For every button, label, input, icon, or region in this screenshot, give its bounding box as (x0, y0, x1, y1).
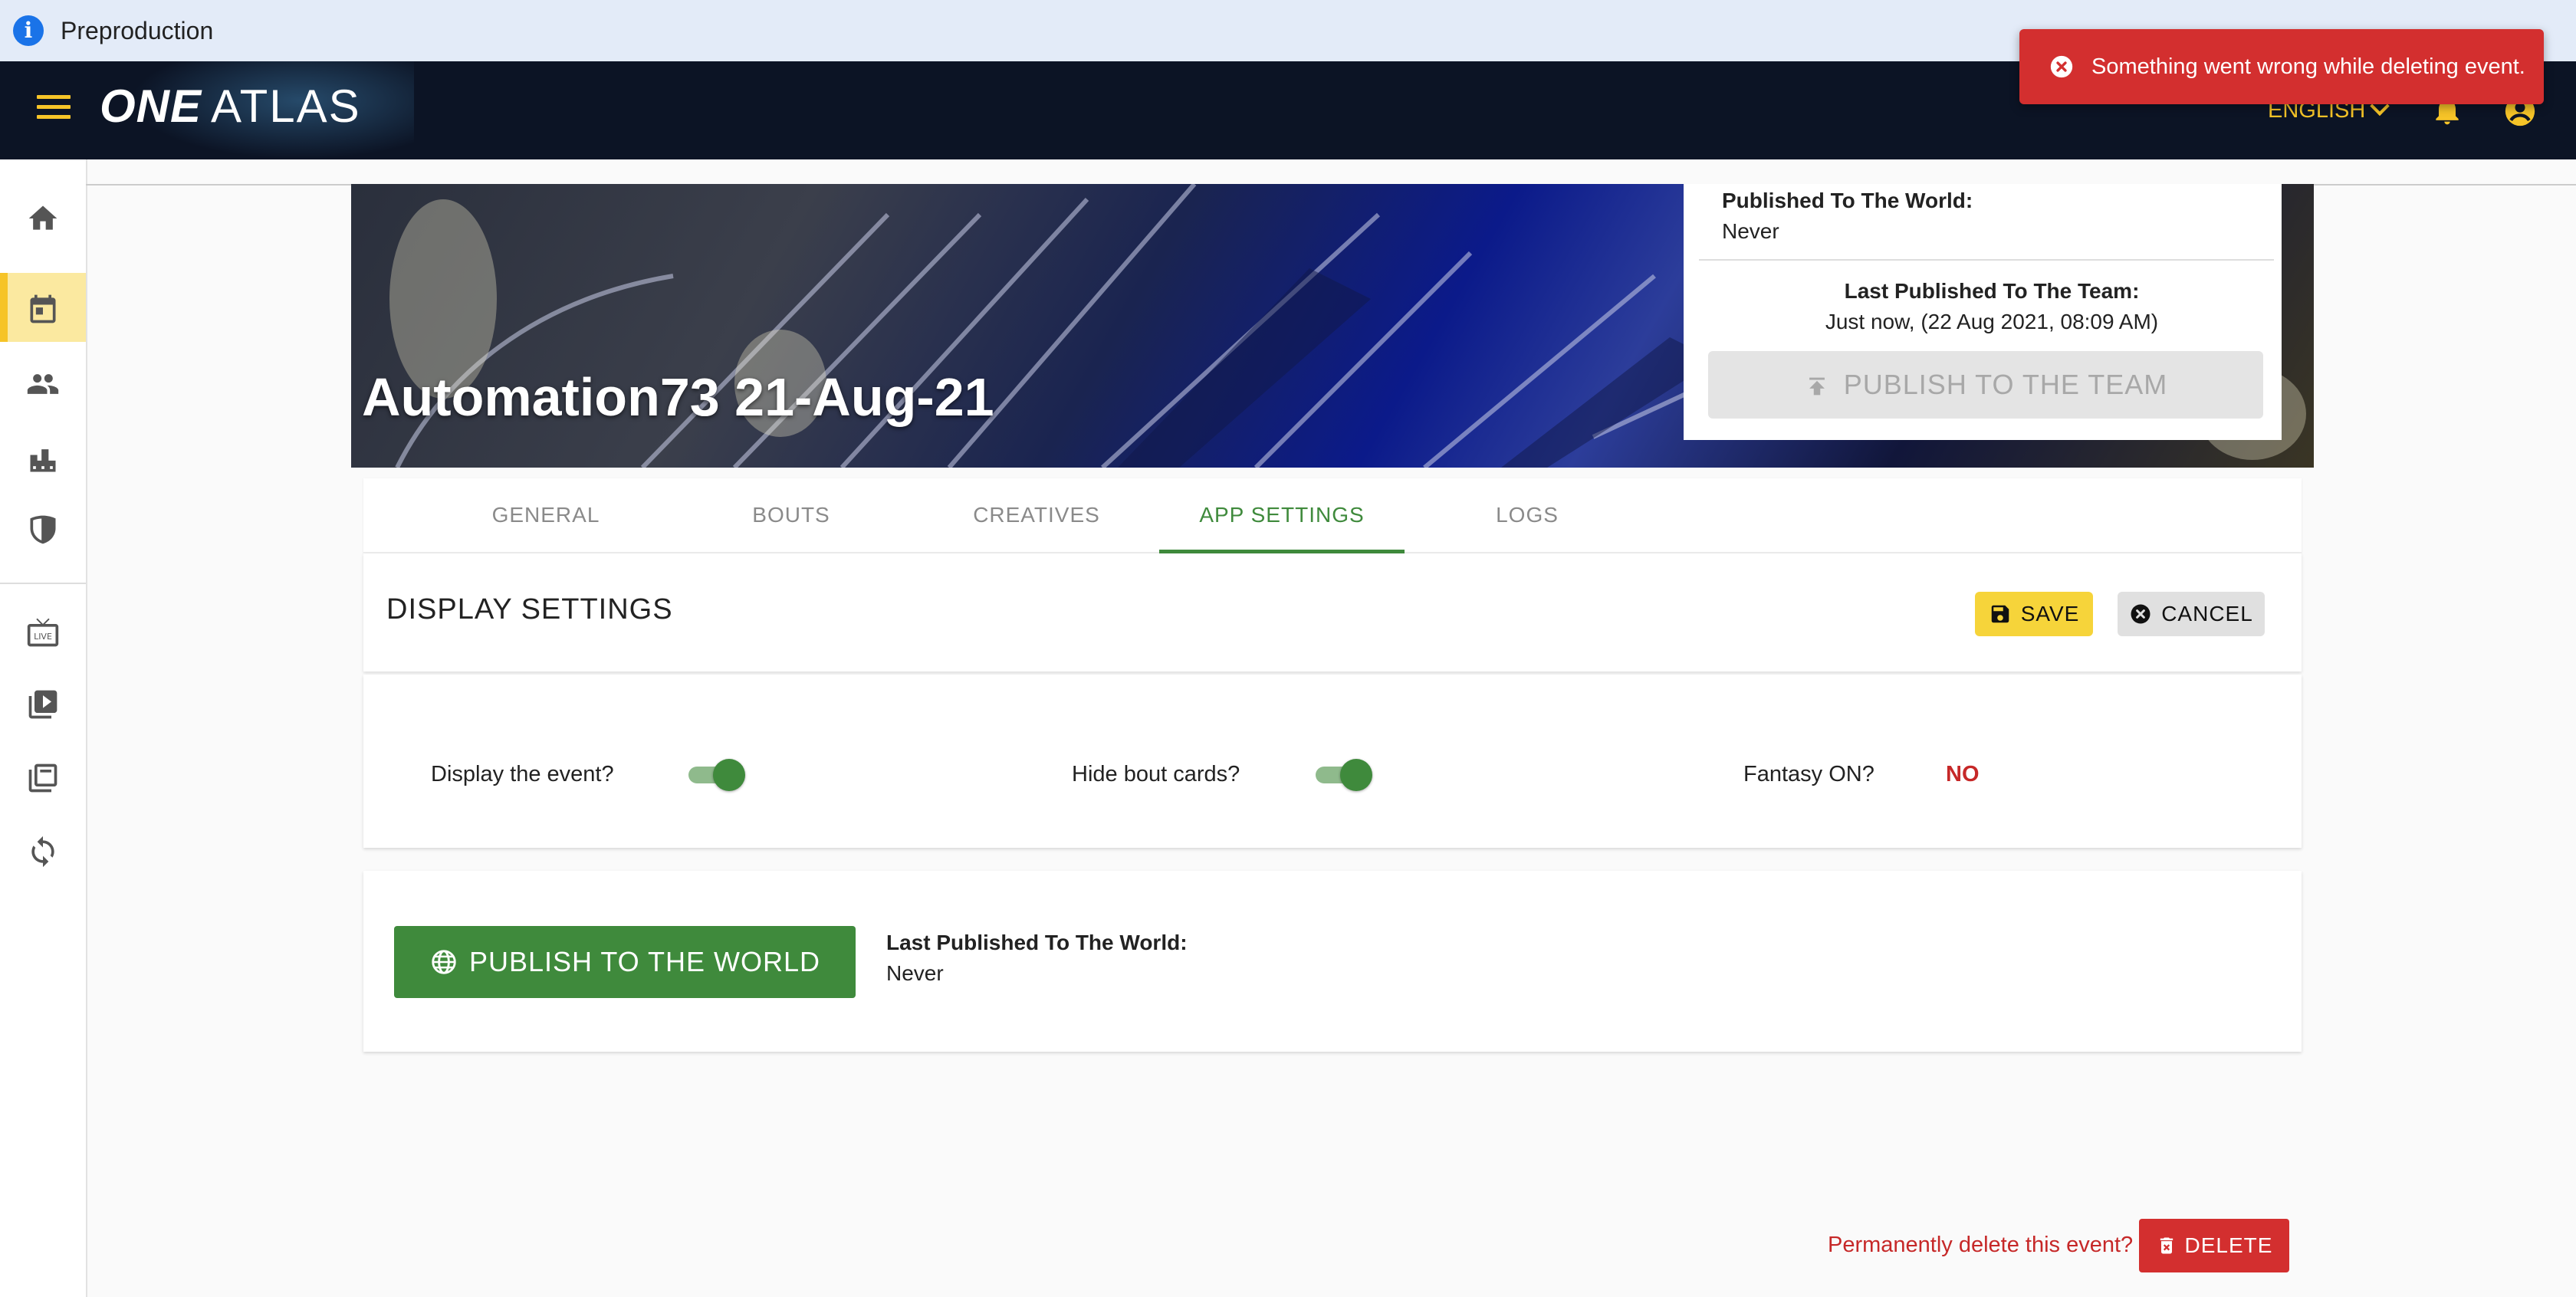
publish-to-team-button[interactable]: PUBLISH TO THE TEAM (1708, 351, 2263, 419)
home-icon (28, 205, 58, 230)
environment-label: Preproduction (61, 17, 214, 44)
calendar-icon (30, 294, 56, 323)
sidebar-item-home[interactable] (0, 182, 86, 251)
published-world-label: Published To The World: (1722, 189, 1973, 212)
tab-app-settings[interactable]: APP SETTINGS (1159, 478, 1405, 553)
display-event-toggle[interactable] (685, 757, 747, 791)
publish-to-team-label: PUBLISH TO THE TEAM (1843, 369, 2168, 400)
tab-creatives[interactable]: CREATIVES (914, 478, 1159, 552)
error-toast[interactable]: Something went wrong while deleting even… (2019, 29, 2544, 104)
published-world-box: Published To The World: Never (1699, 184, 2274, 261)
display-event-label: Display the event? (431, 762, 614, 786)
logo-one: ONE (100, 80, 202, 132)
sidebar-item-collections[interactable] (0, 742, 86, 811)
save-button[interactable]: SAVE (1975, 592, 2093, 636)
svg-text:LIVE: LIVE (34, 632, 52, 642)
collections-icon (28, 763, 58, 793)
error-circle-icon[interactable] (2049, 54, 2075, 80)
shield-icon (30, 515, 56, 544)
menu-icon[interactable] (37, 95, 71, 126)
publish-to-world-label: PUBLISH TO THE WORLD (468, 946, 821, 977)
sidebar-item-events[interactable] (0, 273, 86, 342)
display-settings-title: DISPLAY SETTINGS (386, 593, 673, 626)
people-icon (27, 374, 59, 394)
toast-message: Something went wrong while deleting even… (2091, 54, 2525, 79)
delete-label: DELETE (2184, 1233, 2273, 1257)
trash-icon (2160, 1237, 2173, 1254)
hide-bout-cards-label: Hide bout cards? (1072, 762, 1240, 786)
sidebar-divider (0, 583, 86, 584)
toggle-thumb (1340, 759, 1372, 791)
publish-world-card: PUBLISH TO THE WORLD Last Published To T… (363, 871, 2302, 1052)
app-logo[interactable]: ONE ATLAS (100, 80, 361, 141)
logo-atlas: ATLAS (211, 80, 361, 132)
fantasy-label: Fantasy ON? (1743, 762, 1875, 786)
delete-prompt: Permanently delete this event? (1828, 1233, 2134, 1257)
cancel-icon (2131, 604, 2150, 624)
event-tabs: GENERAL BOUTS CREATIVES APP SETTINGS LOG… (363, 478, 2302, 553)
published-world-value: Never (1722, 219, 1779, 243)
info-icon: i (13, 15, 44, 46)
toggle-thumb (713, 759, 745, 791)
tab-logs[interactable]: LOGS (1405, 478, 1650, 552)
sidebar-item-teams[interactable] (0, 494, 86, 563)
building-icon (30, 449, 56, 472)
published-team-value: Just now, (22 Aug 2021, 08:09 AM) (1825, 310, 2159, 333)
save-icon (1991, 605, 2009, 622)
last-published-world-label: Last Published To The World: (886, 931, 1188, 954)
last-published-world-value: Never (886, 961, 944, 985)
display-settings-card: Display the event? Hide bout cards? Fant… (363, 675, 2302, 848)
display-settings-header: DISPLAY SETTINGS SAVE CANCEL (363, 553, 2302, 671)
sidebar: LIVE (0, 159, 87, 1297)
publish-to-world-button[interactable]: PUBLISH TO THE WORLD (394, 926, 856, 998)
sidebar-item-venues[interactable] (0, 423, 86, 492)
tab-bouts[interactable]: BOUTS (669, 478, 914, 552)
live-tv-icon: LIVE (27, 618, 59, 647)
sidebar-item-live[interactable]: LIVE (0, 596, 86, 665)
video-library-icon (28, 690, 58, 719)
sidebar-item-videos[interactable] (0, 668, 86, 737)
fantasy-value: NO (1946, 762, 1980, 786)
cancel-label: CANCEL (2161, 602, 2253, 626)
publish-icon (1809, 378, 1825, 396)
delete-button[interactable]: DELETE (2139, 1219, 2289, 1272)
published-team-label: Last Published To The Team: (1844, 279, 2140, 303)
hide-bout-cards-toggle[interactable] (1313, 757, 1374, 791)
sidebar-item-sync[interactable] (0, 816, 86, 885)
event-title: Automation73 21-Aug-21 (362, 367, 994, 427)
tab-general[interactable]: GENERAL (423, 478, 669, 552)
globe-icon (432, 950, 456, 975)
cancel-button[interactable]: CANCEL (2118, 592, 2265, 636)
save-label: SAVE (2020, 602, 2080, 626)
sync-icon (31, 836, 54, 868)
sidebar-item-people[interactable] (0, 348, 86, 417)
